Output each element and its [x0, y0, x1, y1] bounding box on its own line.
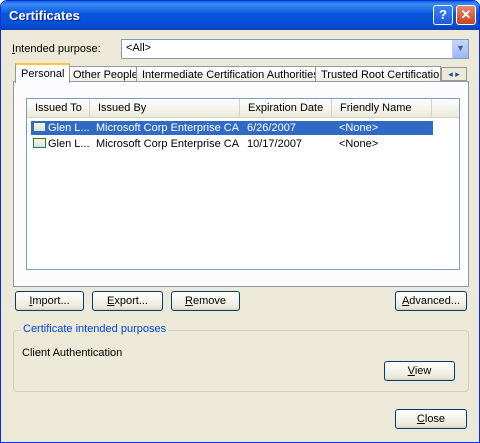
certificate-icon: [33, 122, 46, 132]
intended-purposes-text: Client Authentication: [22, 347, 123, 359]
issued-by-cell: Microsoft Corp Enterprise CA 1: [96, 122, 241, 134]
view-button[interactable]: View: [384, 361, 455, 381]
issued-to-cell: Glen L...: [48, 138, 90, 150]
help-button[interactable]: ?: [433, 5, 453, 25]
tab-scroll-buttons[interactable]: ◂ ▸: [441, 67, 467, 81]
scroll-right-icon[interactable]: ▸: [455, 69, 460, 79]
advanced-button[interactable]: Advanced...: [395, 291, 467, 311]
issued-by-cell: Microsoft Corp Enterprise CA 1: [96, 138, 241, 150]
friendly-name-cell: <None>: [339, 138, 379, 150]
intended-purpose-dropdown[interactable]: <All> ▼: [121, 39, 469, 59]
friendly-name-cell: <None>: [339, 122, 379, 134]
table-row[interactable]: Glen L... Microsoft Corp Enterprise CA 1…: [31, 137, 433, 151]
intended-purpose-value: <All>: [126, 42, 152, 54]
list-header: Issued To Issued By Expiration Date Frie…: [27, 99, 459, 118]
window-title: Certificates: [9, 8, 80, 23]
certificate-list[interactable]: Issued To Issued By Expiration Date Frie…: [26, 98, 460, 270]
table-row[interactable]: Glen L... Microsoft Corp Enterprise CA 1…: [31, 121, 433, 135]
column-issued-to[interactable]: Issued To: [27, 99, 90, 117]
remove-button[interactable]: Remove: [171, 291, 240, 311]
column-friendly-name[interactable]: Friendly Name: [332, 99, 432, 117]
title-bar[interactable]: Certificates ? ✕: [1, 1, 479, 30]
certificates-dialog: Certificates ? ✕ Intended purpose: <All>…: [0, 0, 480, 443]
expiration-cell: 10/17/2007: [247, 138, 303, 150]
expiration-cell: 6/26/2007: [247, 122, 296, 134]
chevron-down-icon[interactable]: ▼: [452, 40, 468, 58]
intended-purpose-label: Intended purpose:: [12, 43, 101, 55]
column-issued-by[interactable]: Issued By: [90, 99, 240, 117]
scroll-left-icon[interactable]: ◂: [448, 69, 453, 79]
intended-purposes-title: Certificate intended purposes: [21, 323, 169, 335]
close-button[interactable]: Close: [395, 409, 467, 429]
close-window-button[interactable]: ✕: [456, 5, 476, 25]
certificate-icon: [33, 138, 46, 148]
tab-personal[interactable]: Personal: [15, 63, 71, 83]
column-expiration-date[interactable]: Expiration Date: [240, 99, 332, 117]
issued-to-cell: Glen L...: [48, 122, 90, 134]
export-button[interactable]: Export...: [92, 291, 163, 311]
import-button[interactable]: Import...: [15, 291, 84, 311]
